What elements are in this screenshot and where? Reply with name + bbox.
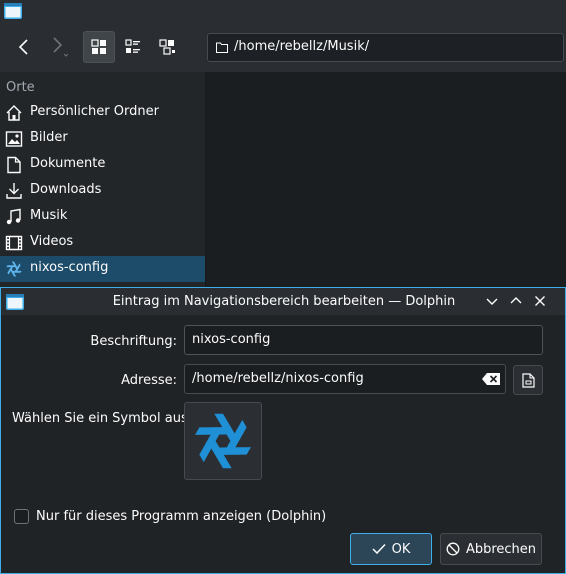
dialog-title: Eintrag im Navigationsbereich bearbeiten… bbox=[112, 294, 456, 309]
folder-icon bbox=[216, 42, 228, 53]
symbol-chooser-button[interactable] bbox=[184, 402, 262, 480]
compact-view-button[interactable] bbox=[151, 31, 183, 63]
ok-label: OK bbox=[391, 541, 411, 557]
close-icon[interactable] bbox=[532, 293, 548, 309]
address-value: /home/rebellz/nixos-config bbox=[192, 371, 364, 386]
details-view-button[interactable] bbox=[117, 31, 149, 63]
home-icon bbox=[6, 105, 22, 121]
clear-text-icon[interactable] bbox=[482, 373, 500, 385]
places-panel: Orte Persönlicher Ordner Bilder Dokument… bbox=[0, 72, 206, 287]
details-view-icon bbox=[125, 39, 140, 53]
checkbox-label[interactable]: Nur für dieses Programm anzeigen (Dolphi… bbox=[36, 509, 326, 524]
file-view[interactable] bbox=[206, 72, 566, 287]
sidebar-item-music[interactable]: Musik bbox=[0, 204, 205, 230]
edit-place-dialog: Eintrag im Navigationsbereich bearbeiten… bbox=[0, 287, 566, 574]
sidebar-item-label: Bilder bbox=[30, 130, 68, 145]
icons-view-icon bbox=[91, 39, 106, 54]
sidebar-item-label: Videos bbox=[30, 234, 74, 249]
pictures-icon bbox=[5, 131, 23, 147]
sidebar-item-label: Dokumente bbox=[30, 156, 106, 171]
sidebar-item-documents[interactable]: Dokumente bbox=[0, 152, 205, 178]
sidebar-item-label: nixos-config bbox=[30, 260, 109, 275]
address-label: Adresse: bbox=[121, 373, 177, 388]
sidebar-item-label: Musik bbox=[30, 208, 68, 223]
chevron-up-icon[interactable] bbox=[508, 293, 524, 309]
chevron-right-icon bbox=[53, 37, 69, 57]
symbol-label: Wählen Sie ein Symbol aus: bbox=[12, 411, 193, 426]
address-input[interactable]: /home/rebellz/nixos-config bbox=[184, 364, 506, 394]
back-button[interactable] bbox=[8, 31, 40, 63]
nixos-snowflake-icon bbox=[195, 413, 251, 469]
dolphin-app-icon bbox=[4, 3, 22, 19]
sidebar-item-downloads[interactable]: Downloads bbox=[0, 178, 205, 204]
browse-button[interactable] bbox=[513, 365, 543, 395]
document-open-icon bbox=[522, 373, 535, 388]
sidebar-item-pictures[interactable]: Bilder bbox=[0, 126, 205, 152]
sidebar-item-home[interactable]: Persönlicher Ordner bbox=[0, 100, 205, 126]
videos-icon bbox=[5, 235, 23, 251]
documents-icon bbox=[7, 156, 21, 174]
downloads-icon bbox=[6, 183, 22, 199]
main-titlebar bbox=[0, 0, 566, 22]
dialog-titlebar: Eintrag im Navigationsbereich bearbeiten… bbox=[1, 288, 565, 315]
sidebar-item-label: Downloads bbox=[30, 182, 102, 197]
icons-view-button[interactable] bbox=[83, 31, 115, 63]
music-icon bbox=[6, 208, 21, 225]
places-heading: Orte bbox=[6, 80, 35, 95]
ok-button[interactable]: OK bbox=[350, 533, 432, 565]
sidebar-item-label: Persönlicher Ordner bbox=[30, 104, 159, 119]
chevron-down-icon[interactable] bbox=[484, 293, 500, 309]
location-bar[interactable]: /home/rebellz/Musik/ bbox=[207, 33, 564, 62]
cancel-icon bbox=[446, 542, 460, 556]
chevron-left-icon bbox=[18, 39, 28, 55]
sidebar-item-nixos-config[interactable]: nixos-config bbox=[0, 256, 205, 282]
sidebar-item-videos[interactable]: Videos bbox=[0, 230, 205, 256]
caption-input[interactable]: nixos-config bbox=[184, 325, 543, 355]
only-this-app-checkbox[interactable] bbox=[14, 509, 29, 524]
checkmark-icon bbox=[372, 543, 386, 555]
location-path: /home/rebellz/Musik/ bbox=[234, 39, 370, 54]
caption-value: nixos-config bbox=[192, 332, 271, 347]
caption-label: Beschriftung: bbox=[90, 334, 177, 349]
cancel-label: Abbrechen bbox=[465, 541, 537, 557]
cancel-button[interactable]: Abbrechen bbox=[440, 533, 542, 565]
compact-view-icon bbox=[159, 39, 175, 55]
nixos-snowflake-icon bbox=[6, 261, 22, 277]
forward-button[interactable] bbox=[44, 31, 76, 63]
